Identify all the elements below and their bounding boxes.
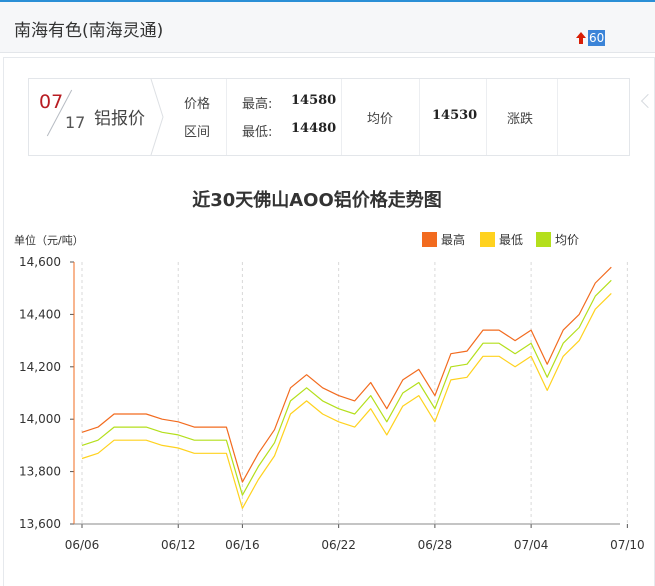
legend-swatch: [422, 232, 437, 247]
y-tick-label: 14,400: [19, 307, 61, 321]
y-tick-label: 13,600: [19, 517, 61, 531]
series-line-3: [81, 279, 612, 496]
x-tick-label: 07/04: [514, 538, 549, 552]
y-tick-label: 13,800: [19, 465, 61, 479]
legend-label: 均价: [555, 233, 579, 247]
chart-legend: 最高 最低 均价: [422, 232, 579, 247]
series-line-1: [81, 266, 612, 483]
legend-label: 最低: [499, 233, 523, 247]
legend-swatch: [480, 232, 495, 247]
x-tick-label: 06/28: [418, 538, 453, 552]
chart-series: [81, 266, 612, 509]
x-tick-label: 07/10: [610, 538, 645, 552]
chart-grid: [81, 262, 628, 524]
y-tick-label: 14,600: [19, 255, 61, 269]
chart-title: 近30天佛山AOO铝价格走势图: [192, 189, 442, 211]
series-line-2: [81, 292, 612, 509]
price-trend-chart: 近30天佛山AOO铝价格走势图 单位（元/吨） 最高 最低 均价 06/06 06/1…: [14, 189, 645, 552]
x-tick-label: 06/22: [321, 538, 356, 552]
y-tick-label: 14,200: [19, 360, 61, 374]
y-tick-label: 14,000: [19, 412, 61, 426]
x-tick-label: 06/16: [225, 538, 260, 552]
legend-label: 最高: [441, 232, 465, 247]
y-axis-unit-label: 单位（元/吨）: [14, 233, 84, 247]
legend-swatch: [536, 232, 551, 247]
x-tick-label: 06/06: [65, 538, 100, 552]
x-tick-label: 06/12: [161, 538, 196, 552]
chart-axes: 06/0606/1206/1606/2206/2807/0407/1007/14…: [19, 255, 645, 552]
